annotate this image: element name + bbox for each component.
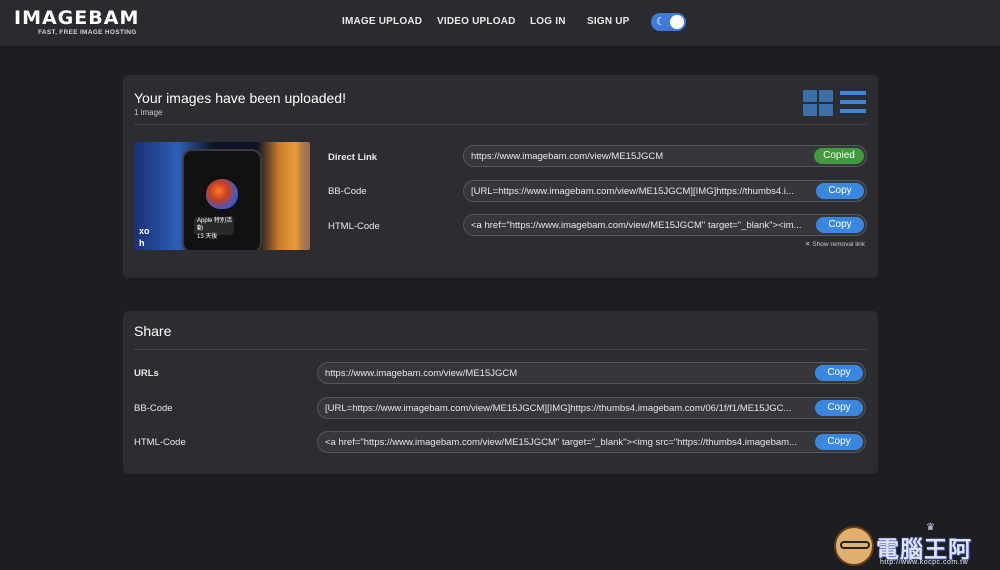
- share-urls-field[interactable]: https://www.imagebam.com/view/ME15JGCM C…: [317, 362, 866, 384]
- nav-image-upload[interactable]: IMAGE UPLOAD: [342, 16, 422, 27]
- dark-mode-toggle[interactable]: ☾: [651, 13, 686, 31]
- bb-code-field[interactable]: [URL=https://www.imagebam.com/view/ME15J…: [463, 180, 867, 202]
- copy-bb-code-button[interactable]: Copy: [816, 183, 864, 199]
- direct-link-field[interactable]: https://www.imagebam.com/view/ME15JGCM C…: [463, 145, 867, 167]
- html-code-value: <a href="https://www.imagebam.com/view/M…: [471, 220, 802, 231]
- logo-title: IMAGEBAM: [14, 7, 140, 29]
- nav-log-in[interactable]: LOG IN: [530, 16, 566, 27]
- share-divider: [134, 349, 867, 350]
- bb-code-value: [URL=https://www.imagebam.com/view/ME15J…: [471, 186, 794, 197]
- grid-view-icon[interactable]: [803, 90, 833, 116]
- direct-link-label: Direct Link: [328, 152, 378, 163]
- site-watermark: ♛ 電腦王阿達 http://www.kocpc.com.tw: [834, 522, 994, 568]
- watermark-url: http://www.kocpc.com.tw: [880, 559, 969, 566]
- nav-video-upload[interactable]: VIDEO UPLOAD: [437, 16, 516, 27]
- copy-share-urls-button[interactable]: Copy: [815, 365, 863, 381]
- html-code-field[interactable]: <a href="https://www.imagebam.com/view/M…: [463, 214, 867, 236]
- copy-share-bb-code-button[interactable]: Copy: [815, 400, 863, 416]
- logo-tagline: FAST, FREE IMAGE HOSTING: [38, 29, 137, 36]
- uploaded-image-thumbnail[interactable]: Apple 特別活動 13 天後 xo h: [134, 142, 310, 250]
- direct-link-value: https://www.imagebam.com/view/ME15JGCM: [471, 151, 664, 162]
- moon-icon: ☾: [656, 16, 666, 28]
- share-panel: Share URLs https://www.imagebam.com/view…: [123, 311, 878, 474]
- copy-share-html-code-button[interactable]: Copy: [815, 434, 863, 450]
- image-count: 1 image: [134, 108, 163, 117]
- nav-sign-up[interactable]: SIGN UP: [587, 16, 630, 27]
- html-code-label: HTML-Code: [328, 221, 380, 232]
- mascot-face-icon: [834, 526, 874, 566]
- event-card-title: Apple 特別活動: [197, 218, 233, 232]
- imagebam-logo[interactable]: IMAGEBAM FAST, FREE IMAGE HOSTING: [14, 8, 139, 36]
- thumbnail-text-2: h: [139, 238, 145, 248]
- event-card-countdown: 13 天後: [197, 234, 218, 240]
- share-urls-label: URLs: [134, 368, 159, 379]
- bb-code-label: BB-Code: [328, 186, 367, 197]
- share-bb-code-field[interactable]: [URL=https://www.imagebam.com/view/ME15J…: [317, 397, 866, 419]
- share-urls-value: https://www.imagebam.com/view/ME15JGCM: [325, 368, 518, 379]
- list-view-icon[interactable]: [840, 91, 866, 115]
- copy-html-code-button[interactable]: Copy: [816, 217, 864, 233]
- share-bb-code-label: BB-Code: [134, 403, 173, 414]
- share-title: Share: [134, 323, 172, 339]
- toggle-knob: [670, 15, 684, 29]
- show-removal-link-label: Show removal link: [812, 241, 866, 248]
- top-navbar: IMAGEBAM FAST, FREE IMAGE HOSTING IMAGE …: [0, 0, 1000, 46]
- copied-button[interactable]: Copied: [814, 148, 864, 164]
- thumbnail-glow: [279, 142, 310, 250]
- share-html-code-field[interactable]: <a href="https://www.imagebam.com/view/M…: [317, 431, 866, 453]
- show-removal-link[interactable]: ✕ Show removal link: [805, 240, 865, 248]
- thumbnail-text-1: xo: [139, 226, 150, 236]
- event-card: Apple 特別活動 13 天後: [194, 217, 234, 240]
- share-html-code-value: <a href="https://www.imagebam.com/view/M…: [325, 437, 798, 448]
- share-bb-code-value: [URL=https://www.imagebam.com/view/ME15J…: [325, 403, 792, 414]
- upload-title: Your images have been uploaded!: [134, 90, 346, 106]
- apple-logo-icon: [206, 179, 238, 209]
- panel-divider: [134, 124, 867, 125]
- upload-result-panel: Your images have been uploaded! 1 image …: [123, 75, 878, 278]
- share-html-code-label: HTML-Code: [134, 437, 186, 448]
- phone-illustration: Apple 特別活動 13 天後: [182, 149, 262, 250]
